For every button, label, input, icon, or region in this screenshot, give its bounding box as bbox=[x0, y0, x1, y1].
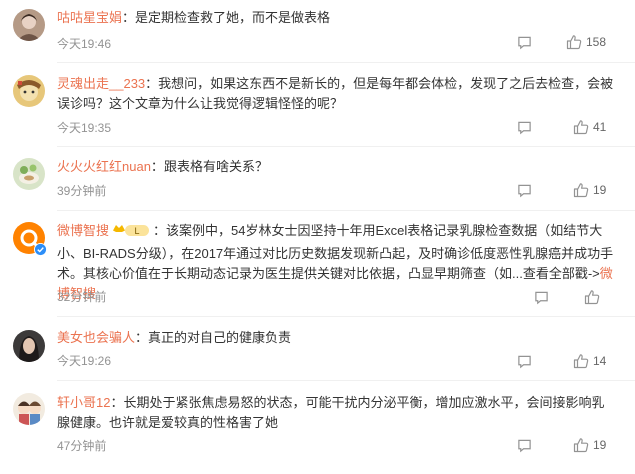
avatar[interactable] bbox=[13, 158, 45, 190]
avatar[interactable] bbox=[13, 222, 47, 256]
thumbs-up-icon[interactable] bbox=[573, 353, 589, 369]
comment-username[interactable]: 微博智搜 bbox=[57, 223, 109, 238]
reply-button[interactable] bbox=[517, 438, 532, 453]
reply-button[interactable] bbox=[517, 35, 532, 50]
thumbs-up-icon[interactable] bbox=[573, 119, 589, 135]
like-button[interactable]: 14 bbox=[573, 353, 606, 369]
comment-time: 32分钟前 bbox=[57, 290, 107, 304]
comment-content: 长期处于紧张焦虑易怒的状态，可能干扰内分泌平衡，增加应激水平，会间接影响乳腺健康… bbox=[57, 395, 605, 430]
reply-button[interactable] bbox=[534, 290, 549, 305]
comment-time: 47分钟前 bbox=[57, 439, 107, 453]
avatar[interactable] bbox=[13, 75, 45, 107]
comment-username[interactable]: 咕咕星宝娟 bbox=[57, 10, 122, 25]
comment-username[interactable]: 火火火红红nuan bbox=[57, 159, 151, 174]
avatar[interactable] bbox=[13, 9, 45, 41]
thumbs-up-icon[interactable] bbox=[573, 182, 589, 198]
comment-username[interactable]: 灵魂出走__233 bbox=[57, 76, 145, 91]
svg-text:L: L bbox=[135, 226, 140, 236]
thumbs-up-icon[interactable] bbox=[584, 289, 600, 305]
comment-content: 跟表格有啥关系？ bbox=[163, 159, 268, 174]
like-count: 14 bbox=[593, 354, 607, 368]
like-button[interactable]: 19 bbox=[573, 182, 606, 198]
comment-icon[interactable] bbox=[517, 438, 532, 453]
divider bbox=[57, 316, 635, 317]
avatar[interactable] bbox=[13, 330, 45, 362]
divider bbox=[57, 146, 635, 147]
reply-button[interactable] bbox=[517, 183, 532, 198]
comment-username[interactable]: 美女也会骗人 bbox=[57, 330, 135, 345]
comment-time: 今天19:46 bbox=[57, 37, 112, 51]
user-level-badge: L bbox=[111, 223, 151, 244]
comment-icon[interactable] bbox=[517, 183, 532, 198]
like-count: 158 bbox=[586, 35, 607, 49]
like-count: 41 bbox=[593, 120, 607, 134]
comment-icon[interactable] bbox=[517, 354, 532, 369]
avatar[interactable] bbox=[13, 393, 45, 425]
comment-text: 咕咕星宝娟：是定期检查救了她，而不是做表格 bbox=[57, 10, 331, 25]
reply-button[interactable] bbox=[517, 120, 532, 135]
divider bbox=[57, 62, 635, 63]
expand-text[interactable]: 查看全部戳-> bbox=[523, 266, 600, 281]
comment-text: 火火火红红nuan：跟表格有啥关系？ bbox=[57, 159, 268, 174]
comment-username[interactable]: 轩小哥12 bbox=[57, 395, 110, 410]
like-button[interactable]: 19 bbox=[573, 437, 606, 453]
comment-content: 是定期检查救了她，而不是做表格 bbox=[135, 10, 331, 25]
comment-icon[interactable] bbox=[517, 35, 532, 50]
like-button[interactable] bbox=[584, 289, 604, 305]
like-button[interactable]: 41 bbox=[573, 119, 606, 135]
like-count: 19 bbox=[593, 438, 607, 452]
verified-icon bbox=[34, 243, 47, 256]
divider bbox=[57, 380, 635, 381]
comment-text: 美女也会骗人：真正的对自己的健康负责 bbox=[57, 330, 292, 345]
comment-icon[interactable] bbox=[534, 290, 549, 305]
divider bbox=[57, 210, 635, 211]
comment-time: 今天19:26 bbox=[57, 354, 112, 368]
like-count: 19 bbox=[593, 183, 607, 197]
like-button[interactable]: 158 bbox=[566, 34, 606, 50]
comment-icon[interactable] bbox=[517, 120, 532, 135]
thumbs-up-icon[interactable] bbox=[573, 437, 589, 453]
comment-time: 39分钟前 bbox=[57, 184, 107, 198]
comment-text: 灵魂出走__233：我想问，如果这东西不是新长的，但是每年都会体检，发现了之后去… bbox=[57, 76, 614, 111]
thumbs-up-icon[interactable] bbox=[566, 34, 582, 50]
comment-text: 轩小哥12：长期处于紧张焦虑易怒的状态，可能干扰内分泌平衡，增加应激水平，会间接… bbox=[57, 395, 605, 430]
reply-button[interactable] bbox=[517, 354, 532, 369]
comment-content: 真正的对自己的健康负责 bbox=[148, 330, 292, 345]
comment-time: 今天19:35 bbox=[57, 121, 112, 135]
